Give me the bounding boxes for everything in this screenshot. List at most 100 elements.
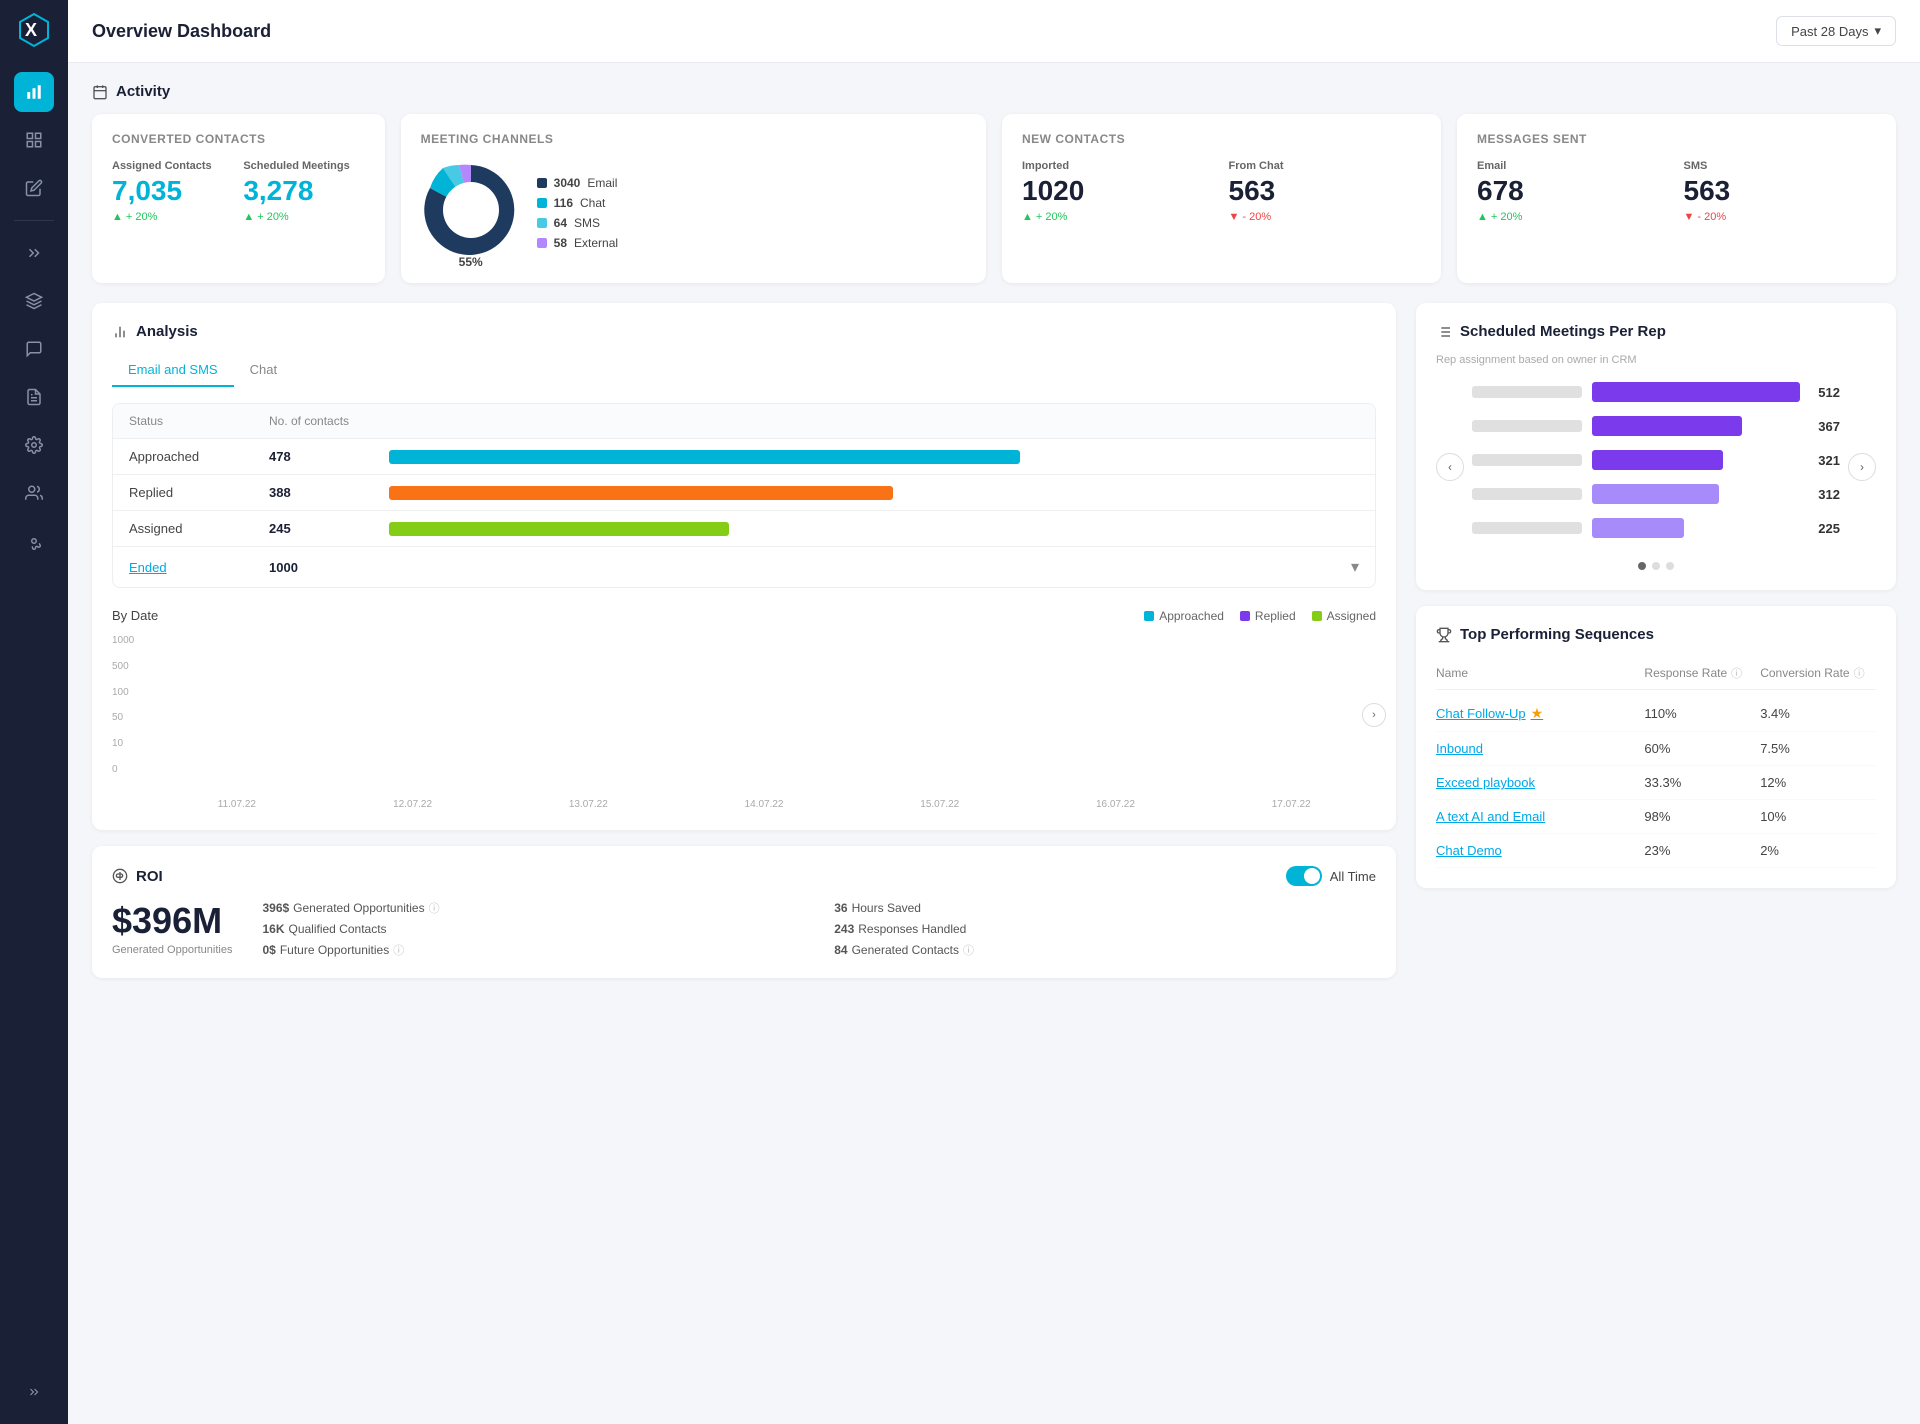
chart-wrapper: 1000 500 100 50 10 0	[112, 635, 1376, 795]
seq-name-3[interactable]: A text AI and Email	[1436, 809, 1644, 824]
legend-dot-sms	[537, 218, 547, 228]
pagination-dots	[1436, 562, 1876, 570]
seq-response-1: 60%	[1644, 741, 1760, 756]
header: Overview Dashboard Past 28 Days ▾	[68, 0, 1920, 63]
list-item: 367	[1472, 416, 1840, 436]
roi-stat-1: 36 Hours Saved	[834, 900, 1376, 916]
roi-stat-2: 16K Qualified Contacts	[262, 922, 804, 936]
legend-approached: Approached	[1144, 609, 1224, 623]
all-time-toggle[interactable]: All Time	[1286, 866, 1376, 886]
seq-name-0[interactable]: Chat Follow-Up ★	[1436, 705, 1644, 722]
roi-header: ROI All Time	[112, 866, 1376, 886]
rep-bar-3	[1592, 484, 1719, 504]
chart-legend: Approached Replied Assigned	[1144, 609, 1376, 623]
assigned-value: 7,035	[112, 176, 233, 207]
dot-approached	[1144, 611, 1154, 621]
list-item: 321	[1472, 450, 1840, 470]
dot-2[interactable]	[1652, 562, 1660, 570]
star-icon: ★	[1531, 705, 1544, 722]
sidebar-item-edit[interactable]	[14, 168, 54, 208]
sms-metric: SMS 563 ▼ - 20%	[1684, 160, 1877, 223]
toggle-switch[interactable]	[1286, 866, 1322, 886]
legend-external: 58 External	[537, 236, 618, 250]
right-column: Scheduled Meetings Per Rep Rep assignmen…	[1416, 303, 1896, 978]
col-status: Status	[129, 414, 269, 428]
chevron-down-icon: ▾	[1874, 23, 1881, 39]
down-arrow-icon: ▼	[1229, 211, 1240, 223]
legend-dot-external	[537, 238, 547, 248]
sms-label: SMS	[1684, 160, 1877, 172]
next-rep-button[interactable]: ›	[1848, 453, 1876, 481]
from-chat-change: ▼ - 20%	[1229, 211, 1422, 223]
table-row: Approached 478	[113, 439, 1375, 475]
seq-name-4[interactable]: Chat Demo	[1436, 843, 1644, 858]
sidebar-bottom	[14, 1372, 54, 1412]
seq-response-3: 98%	[1644, 809, 1760, 824]
seq-conversion-0: 3.4%	[1760, 706, 1876, 721]
assigned-contacts-metric: Assigned Contacts 7,035 ▲ + 20%	[112, 160, 233, 223]
meeting-channels-legend: 3040 Email 116 Chat 64	[537, 176, 618, 250]
rep-value-4: 225	[1818, 521, 1840, 536]
meetings-title: Scheduled Meetings Per Rep	[1436, 323, 1876, 340]
date-filter-button[interactable]: Past 28 Days ▾	[1776, 16, 1896, 46]
seq-name-2[interactable]: Exceed playbook	[1436, 775, 1644, 790]
rep-rows-container: ‹ 512	[1436, 382, 1876, 552]
sidebar-item-report[interactable]	[14, 377, 54, 417]
y-axis: 1000 500 100 50 10 0	[112, 635, 134, 775]
from-chat-metric: From Chat 563 ▼ - 20%	[1229, 160, 1422, 223]
content-area: Activity Converted Contacts Assigned Con…	[68, 63, 1920, 998]
prev-rep-button[interactable]: ‹	[1436, 453, 1464, 481]
email-value: 678	[1477, 176, 1670, 207]
from-chat-label: From Chat	[1229, 160, 1422, 172]
list-item: Inbound 60% 7.5%	[1436, 732, 1876, 766]
dot-1[interactable]	[1638, 562, 1646, 570]
table-row-ended[interactable]: Ended 1000 ▾	[113, 547, 1375, 587]
sidebar-item-chart[interactable]	[14, 72, 54, 112]
status-table-header: Status No. of contacts	[113, 404, 1375, 439]
list-item: 512	[1472, 382, 1840, 402]
scheduled-label: Scheduled Meetings	[243, 160, 364, 172]
dot-3[interactable]	[1666, 562, 1674, 570]
sequences-title: Top Performing Sequences	[1436, 626, 1876, 643]
replied-bar	[389, 486, 893, 500]
legend-sms: 64 SMS	[537, 216, 618, 230]
scheduled-value: 3,278	[243, 176, 364, 207]
legend-dot-chat	[537, 198, 547, 208]
sidebar-item-gear2[interactable]	[14, 521, 54, 561]
chart-next-button[interactable]: ›	[1362, 703, 1386, 727]
sidebar-item-expand[interactable]	[14, 233, 54, 273]
sidebar: X	[0, 0, 68, 1424]
table-row: Replied 388	[113, 475, 1375, 511]
tab-email-sms[interactable]: Email and SMS	[112, 354, 234, 387]
analysis-card: Analysis Email and SMS Chat Status No. o…	[92, 303, 1396, 830]
seq-conversion-2: 12%	[1760, 775, 1876, 790]
legend-assigned: Assigned	[1312, 609, 1376, 623]
sidebar-item-settings[interactable]	[14, 425, 54, 465]
up-arrow-icon3: ▲	[1022, 211, 1033, 223]
messages-sent-title: Messages Sent	[1477, 132, 1876, 146]
assigned-change: ▲ + 20%	[112, 211, 233, 223]
seq-response-4: 23%	[1644, 843, 1760, 858]
sidebar-item-chat[interactable]	[14, 329, 54, 369]
scheduled-meetings-card: Scheduled Meetings Per Rep Rep assignmen…	[1416, 303, 1896, 590]
rep-value-3: 312	[1818, 487, 1840, 502]
messages-grid: Email 678 ▲ + 20% SMS 563 ▼	[1477, 160, 1876, 223]
roi-main-label: Generated Opportunities	[112, 944, 232, 956]
tab-chat[interactable]: Chat	[234, 354, 293, 387]
new-contacts-card: New Contacts Imported 1020 ▲ + 20% From …	[1002, 114, 1441, 283]
expand-icon: ▾	[1351, 557, 1359, 577]
converted-contacts-title: Converted Contacts	[112, 132, 365, 146]
sms-value: 563	[1684, 176, 1877, 207]
meeting-channels-title: Meeting Channels	[421, 132, 966, 146]
seq-name-1[interactable]: Inbound	[1436, 741, 1644, 756]
imported-metric: Imported 1020 ▲ + 20%	[1022, 160, 1215, 223]
app-logo: X	[16, 12, 52, 48]
sidebar-item-grid[interactable]	[14, 120, 54, 160]
sidebar-item-users[interactable]	[14, 473, 54, 513]
email-change: ▲ + 20%	[1477, 211, 1670, 223]
sidebar-expand-button[interactable]	[14, 1372, 54, 1412]
list-item: 312	[1472, 484, 1840, 504]
sidebar-item-layers[interactable]	[14, 281, 54, 321]
rep-rows: 512 367	[1472, 382, 1840, 552]
converted-contacts-grid: Assigned Contacts 7,035 ▲ + 20% Schedule…	[112, 160, 365, 223]
